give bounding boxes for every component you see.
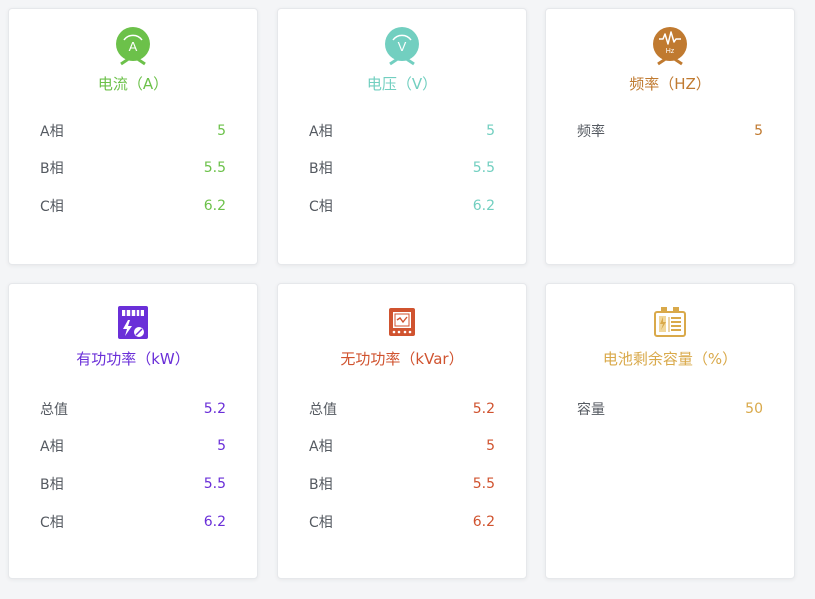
active-power-meter-icon: [118, 306, 148, 339]
row-value: 5.5: [472, 160, 495, 177]
reading-row: 总值 5.2: [309, 390, 495, 428]
row-value: 5: [217, 122, 226, 139]
card-title: 电流（A）: [97, 75, 169, 93]
row-value: 5: [754, 122, 763, 139]
reading-list: 频率 5: [577, 112, 763, 150]
reading-list: A相 5 B相 5.5 C相 6.2: [40, 112, 226, 225]
reading-list: 总值 5.2 A相 5 B相 5.5 C相 6.2: [309, 390, 495, 540]
reactive-power-card: 无功功率（kVar） 总值 5.2 A相 5 B相 5.5 C相 6.2: [277, 283, 527, 579]
row-label: 容量: [577, 401, 605, 418]
row-label: A相: [40, 439, 64, 456]
row-label: B相: [40, 161, 64, 178]
row-label: 总值: [309, 401, 337, 418]
reading-row: B相 5.5: [40, 150, 226, 188]
row-label: A相: [40, 123, 64, 140]
svg-text:V: V: [398, 39, 407, 54]
frequency-icon: Hz: [653, 27, 687, 66]
ammeter-icon: A: [116, 27, 150, 66]
row-value: 5: [486, 438, 495, 455]
reactive-power-meter-icon: [389, 308, 415, 336]
row-value: 5.5: [472, 475, 495, 492]
card-title: 频率（HZ）: [629, 75, 711, 93]
reading-list: A相 5 B相 5.5 C相 6.2: [309, 112, 495, 225]
row-label: A相: [309, 123, 333, 140]
row-value: 5.2: [472, 400, 495, 417]
battery-card: 电池剩余容量（%） 容量 50: [545, 283, 795, 579]
current-card: A 电流（A） A相 5 B相 5.5 C相 6.2: [8, 8, 258, 265]
reading-row: B相 5.5: [309, 465, 495, 503]
reading-row: B相 5.5: [309, 150, 495, 188]
row-value: 5.2: [203, 400, 226, 417]
reading-row: C相 6.2: [40, 187, 226, 225]
row-label: C相: [309, 514, 333, 531]
row-value: 5: [217, 438, 226, 455]
reading-row: C相 6.2: [309, 503, 495, 541]
row-value: 50: [745, 400, 763, 417]
row-label: C相: [309, 198, 333, 215]
row-label: A相: [309, 439, 333, 456]
reading-row: C相 6.2: [40, 503, 226, 541]
row-label: 频率: [577, 123, 605, 140]
row-value: 5.5: [203, 160, 226, 177]
row-value: 5: [486, 122, 495, 139]
svg-text:Hz: Hz: [666, 48, 675, 55]
row-label: C相: [40, 198, 64, 215]
frequency-card: Hz 频率（HZ） 频率 5: [545, 8, 795, 265]
row-label: B相: [309, 476, 333, 493]
row-value: 5.5: [203, 475, 226, 492]
battery-icon: [654, 307, 686, 337]
reading-row: 容量 50: [577, 390, 763, 428]
voltmeter-icon: V: [385, 27, 419, 66]
active-power-card: 有功功率（kW） 总值 5.2 A相 5 B相 5.5 C相 6.2: [8, 283, 258, 579]
row-value: 6.2: [472, 197, 495, 214]
reading-row: 总值 5.2: [40, 390, 226, 428]
row-label: B相: [309, 161, 333, 178]
reading-row: A相 5: [309, 112, 495, 150]
svg-text:A: A: [129, 39, 138, 54]
reading-row: 频率 5: [577, 112, 763, 150]
row-value: 6.2: [203, 513, 226, 530]
row-label: 总值: [40, 401, 68, 418]
reading-row: A相 5: [309, 428, 495, 466]
reading-row: A相 5: [40, 112, 226, 150]
card-title: 无功功率（kVar）: [340, 350, 464, 368]
row-value: 6.2: [203, 197, 226, 214]
reading-row: A相 5: [40, 428, 226, 466]
card-title: 电池剩余容量（%）: [602, 350, 738, 368]
card-title: 有功功率（kW）: [76, 350, 190, 368]
row-label: B相: [40, 476, 64, 493]
reading-list: 总值 5.2 A相 5 B相 5.5 C相 6.2: [40, 390, 226, 540]
card-title: 电压（V）: [366, 75, 438, 93]
voltage-card: V 电压（V） A相 5 B相 5.5 C相 6.2: [277, 8, 527, 265]
row-label: C相: [40, 514, 64, 531]
reading-list: 容量 50: [577, 390, 763, 428]
row-value: 6.2: [472, 513, 495, 530]
reading-row: C相 6.2: [309, 187, 495, 225]
reading-row: B相 5.5: [40, 465, 226, 503]
